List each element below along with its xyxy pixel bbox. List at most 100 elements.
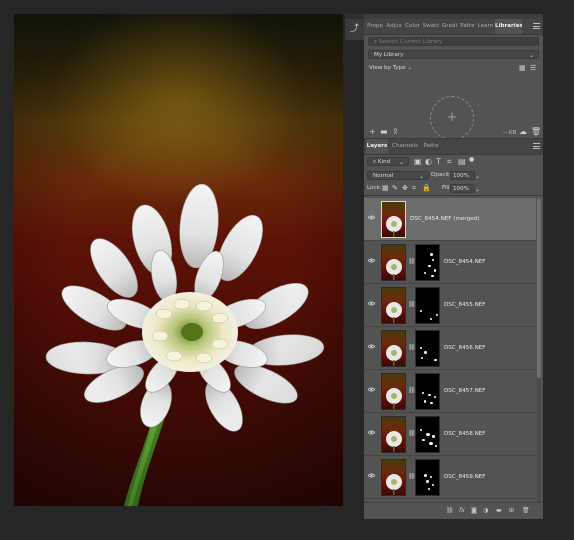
lock-all-icon[interactable]: 🔒 bbox=[422, 184, 431, 192]
link-icon[interactable]: ⛓ bbox=[408, 473, 416, 481]
eye-icon[interactable] bbox=[368, 430, 375, 435]
upload-icon[interactable]: ⇪ bbox=[392, 128, 399, 136]
cloud-icon[interactable]: ☁ bbox=[519, 128, 527, 136]
folder-icon[interactable]: ▬ bbox=[380, 128, 388, 136]
chevron-down-icon[interactable]: ⌄ bbox=[475, 185, 480, 194]
collapsed-panel-strip: ⤴ bbox=[345, 14, 365, 40]
fill-input[interactable]: 100% ⌄ bbox=[450, 184, 480, 193]
layer-thumbnail[interactable] bbox=[381, 201, 406, 238]
tab-patterns[interactable]: Patte bbox=[459, 19, 476, 34]
layer-row[interactable]: ⛓ DSC_8454.NEF bbox=[364, 241, 536, 284]
lock-position-icon[interactable]: ✥ bbox=[402, 184, 408, 192]
layer-thumbnail[interactable] bbox=[381, 373, 406, 410]
panel-divider bbox=[364, 195, 543, 196]
tab-learn[interactable]: Learn bbox=[477, 19, 494, 34]
lock-artboard-icon[interactable]: ⌗ bbox=[412, 184, 416, 192]
layer-mask-thumbnail[interactable] bbox=[415, 330, 440, 367]
layer-row[interactable]: ⛓ DSC_8457.NEF bbox=[364, 370, 536, 413]
layer-thumbnail[interactable] bbox=[381, 287, 406, 324]
link-icon[interactable]: ⛓ bbox=[408, 301, 416, 309]
fx-icon[interactable]: fx bbox=[459, 507, 465, 514]
link-icon[interactable]: ⛓ bbox=[408, 344, 416, 352]
layer-name[interactable]: DSC_8455.NEF bbox=[444, 302, 486, 308]
layer-thumbnail[interactable] bbox=[381, 459, 406, 496]
add-icon: + bbox=[446, 110, 458, 125]
tab-gradients[interactable]: Gradi bbox=[441, 19, 458, 34]
layer-row[interactable]: ⛓ DSC_8455.NEF bbox=[364, 284, 536, 327]
add-element-icon[interactable]: + bbox=[369, 128, 376, 136]
layer-mask-thumbnail[interactable] bbox=[415, 287, 440, 324]
panel-menu-icon[interactable] bbox=[533, 23, 540, 29]
tab-channels[interactable]: Channels bbox=[390, 139, 420, 154]
layer-name[interactable]: DSC_8459.NEF bbox=[444, 474, 486, 480]
chevron-down-icon[interactable]: ⌄ bbox=[475, 172, 480, 181]
grid-view-icon[interactable]: ▦ bbox=[519, 64, 526, 72]
storage-usage: -- KB bbox=[503, 130, 517, 136]
eye-icon[interactable] bbox=[368, 215, 375, 220]
delete-layer-icon[interactable]: 🗑 bbox=[522, 507, 530, 514]
layer-name[interactable]: DSC_8458.NEF bbox=[444, 431, 486, 437]
filter-toggle-icon[interactable]: ● bbox=[469, 156, 474, 164]
eye-icon[interactable] bbox=[368, 387, 375, 392]
layer-name[interactable]: DSC_8456.NEF bbox=[444, 345, 486, 351]
panel-menu-icon[interactable] bbox=[533, 143, 540, 149]
add-mask-icon[interactable]: ◙ bbox=[471, 507, 477, 514]
lock-image-icon[interactable]: ✎ bbox=[392, 184, 398, 192]
link-layers-icon[interactable]: ⛓ bbox=[446, 507, 454, 514]
group-folder-icon[interactable]: ▬ bbox=[496, 507, 502, 514]
layer-mask-thumbnail[interactable] bbox=[415, 244, 440, 281]
panel-grip[interactable] bbox=[345, 14, 364, 19]
filter-shape-icon[interactable]: ⌗ bbox=[447, 158, 452, 166]
filter-type-icon[interactable]: T bbox=[436, 158, 441, 166]
tab-color[interactable]: Color bbox=[404, 19, 421, 34]
trash-icon[interactable]: 🗑 bbox=[531, 128, 541, 136]
eye-icon[interactable] bbox=[368, 344, 375, 349]
layer-row[interactable]: ⛓ DSC_8459.NEF bbox=[364, 456, 536, 499]
layer-mask-thumbnail[interactable] bbox=[415, 459, 440, 496]
add-content-drop-target[interactable]: + bbox=[430, 96, 474, 140]
lock-transparent-icon[interactable]: ▦ bbox=[382, 184, 389, 192]
eye-icon[interactable] bbox=[368, 473, 375, 478]
list-view-icon[interactable]: ☰ bbox=[530, 64, 536, 72]
document-canvas[interactable] bbox=[14, 14, 343, 506]
tab-properties[interactable]: Prope bbox=[366, 19, 384, 34]
scrollbar-thumb[interactable] bbox=[537, 198, 541, 378]
library-select[interactable]: My Library ⌄ bbox=[368, 50, 539, 59]
layers-list: DSC_8454.NEF (merged) ⛓ DSC_8454.NEF ⛓ D… bbox=[364, 198, 543, 502]
layer-mask-thumbnail[interactable] bbox=[415, 373, 440, 410]
blend-mode-select[interactable]: Normal ⌄ bbox=[367, 171, 429, 180]
tab-layers[interactable]: Layers bbox=[366, 139, 388, 154]
layer-name[interactable]: DSC_8454.NEF bbox=[444, 259, 486, 265]
adjustment-layer-icon[interactable]: ◑ bbox=[483, 507, 488, 514]
layer-thumbnail[interactable] bbox=[381, 330, 406, 367]
layer-thumbnail[interactable] bbox=[381, 244, 406, 281]
layer-filter-kind[interactable]: ⌕ Kind ⌄ bbox=[367, 157, 409, 166]
filter-pixel-icon[interactable]: ▣ bbox=[414, 158, 422, 166]
view-by-type-dropdown[interactable]: View by Type ⌄ bbox=[369, 65, 412, 71]
layers-scrollbar[interactable] bbox=[537, 198, 541, 502]
layers-tab-bar: Layers Channels Paths bbox=[364, 139, 543, 155]
layer-name[interactable]: DSC_8457.NEF bbox=[444, 388, 486, 394]
layer-name[interactable]: DSC_8454.NEF (merged) bbox=[410, 216, 479, 222]
tab-swatches[interactable]: Swatc bbox=[422, 19, 440, 34]
link-icon[interactable]: ⛓ bbox=[408, 387, 416, 395]
layer-thumbnail[interactable] bbox=[381, 416, 406, 453]
layer-row[interactable]: ⛓ DSC_8458.NEF bbox=[364, 413, 536, 456]
library-search-input[interactable]: ⌕ Search Current Library bbox=[368, 37, 539, 46]
link-icon[interactable]: ⛓ bbox=[408, 258, 416, 266]
tab-adjustments[interactable]: Adjus bbox=[385, 19, 403, 34]
eye-icon[interactable] bbox=[368, 301, 375, 306]
opacity-input[interactable]: 100% ⌄ bbox=[450, 171, 480, 180]
history-brush-icon[interactable]: ⤴ bbox=[349, 24, 360, 35]
eye-icon[interactable] bbox=[368, 258, 375, 263]
tab-libraries[interactable]: Libraries bbox=[495, 19, 522, 34]
flower-photo bbox=[45, 183, 325, 506]
new-layer-icon[interactable]: ⊞ bbox=[509, 507, 514, 514]
filter-smart-object-icon[interactable]: ▤ bbox=[458, 158, 466, 166]
layer-mask-thumbnail[interactable] bbox=[415, 416, 440, 453]
link-icon[interactable]: ⛓ bbox=[408, 430, 416, 438]
layer-row[interactable]: DSC_8454.NEF (merged) bbox=[364, 198, 536, 241]
filter-adjustment-icon[interactable]: ◐ bbox=[425, 158, 432, 166]
tab-paths[interactable]: Paths bbox=[422, 139, 440, 154]
layer-row[interactable]: ⛓ DSC_8456.NEF bbox=[364, 327, 536, 370]
